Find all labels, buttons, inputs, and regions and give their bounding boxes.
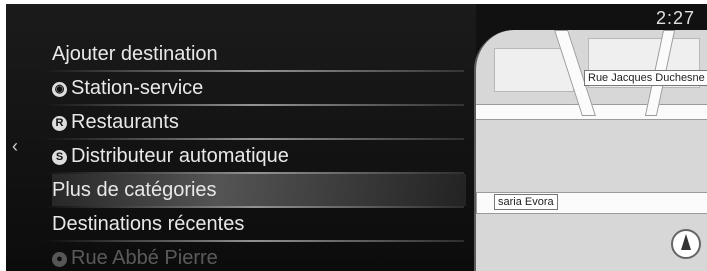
compass-icon[interactable] <box>671 229 701 259</box>
menu-item-add-destination[interactable]: Ajouter destination <box>52 38 466 70</box>
menu-item-atm[interactable]: S Distributeur automatique <box>52 140 466 172</box>
fuel-station-icon: ◉ <box>52 82 67 97</box>
restaurant-icon: R <box>52 116 67 131</box>
menu-item-label: Restaurants <box>71 111 179 133</box>
map-street-label: Rue Jacques Duchesne <box>584 70 707 86</box>
menu-item-more-categories[interactable]: Plus de catégories <box>52 174 466 206</box>
menu-item-label: Rue Abbé Pierre <box>71 247 218 269</box>
destination-menu: ‹ Ajouter destination ◉ Station-service R… <box>6 4 476 271</box>
menu-item-recent-place[interactable]: ● Rue Abbé Pierre <box>52 242 466 271</box>
menu-item-label: Station-service <box>71 77 204 99</box>
menu-item-restaurants[interactable]: R Restaurants <box>52 106 466 138</box>
menu-item-label: Ajouter destination <box>52 43 218 65</box>
menu-item-recent-destinations[interactable]: Destinations récentes <box>52 208 466 240</box>
chevron-left-icon: ‹ <box>12 136 18 156</box>
navigation-screen: ‹ Ajouter destination ◉ Station-service R… <box>6 4 707 271</box>
menu-item-label: Plus de catégories <box>52 179 217 201</box>
menu-item-label: Distributeur automatique <box>71 145 289 167</box>
atm-icon: S <box>52 150 67 165</box>
recent-place-icon: ● <box>52 252 67 267</box>
map-preview[interactable]: Rue Jacques Duchesne saria Evora <box>474 30 707 271</box>
clock: 2:27 <box>655 8 695 28</box>
back-button[interactable]: ‹ <box>12 136 18 157</box>
map-street-label: saria Evora <box>494 194 558 210</box>
menu-item-gas-station[interactable]: ◉ Station-service <box>52 72 466 104</box>
menu-item-label: Destinations récentes <box>52 213 245 235</box>
